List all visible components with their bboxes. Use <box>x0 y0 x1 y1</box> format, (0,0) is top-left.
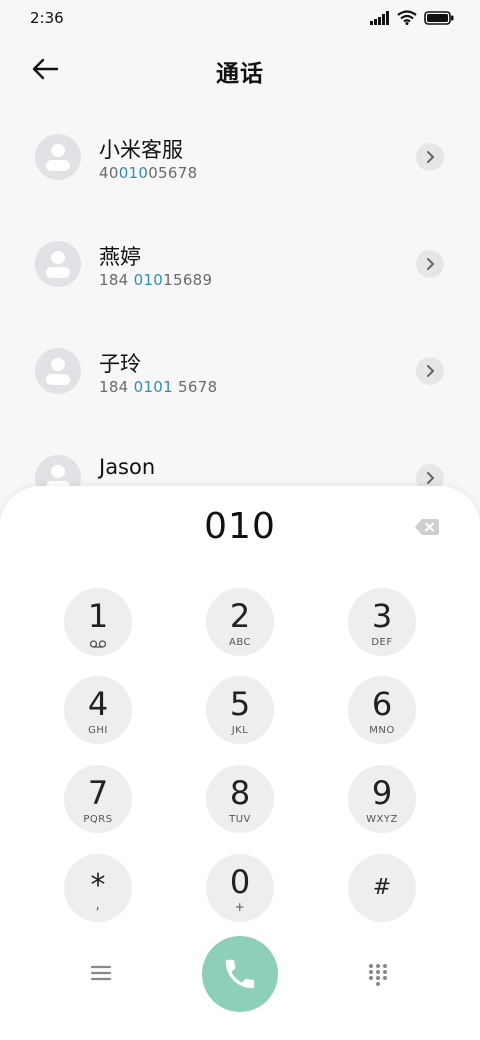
key-5[interactable]: 5 JKL <box>206 676 274 744</box>
header: 通话 <box>0 40 480 100</box>
key-4[interactable]: 4 GHI <box>64 676 132 744</box>
avatar <box>35 348 81 394</box>
contact-name: 燕婷 <box>99 245 141 269</box>
chevron-right-icon <box>427 472 435 484</box>
contact-detail-button[interactable] <box>416 250 444 278</box>
status-icons <box>370 10 454 25</box>
phone-icon <box>225 959 255 989</box>
backspace-button[interactable] <box>414 517 440 537</box>
key-0[interactable]: 0 + <box>206 854 274 922</box>
key-2[interactable]: 2 ABC <box>206 588 274 656</box>
dialpad-sheet: 010 1 2 ABC 3 DEF 4 GHI 5 JKL 6 MNO 7 PQ… <box>0 486 480 1040</box>
avatar <box>35 134 81 180</box>
list-item[interactable]: 子玲 184 0101 5678 <box>0 318 480 425</box>
voicemail-icon <box>90 640 106 648</box>
bottom-bar <box>0 934 480 1014</box>
key-7[interactable]: 7 PQRS <box>64 765 132 833</box>
key-hash[interactable]: # <box>348 854 416 922</box>
status-bar: 2:36 <box>0 0 480 40</box>
menu-button[interactable] <box>90 964 114 986</box>
key-8[interactable]: 8 TUV <box>206 765 274 833</box>
key-star[interactable]: * , <box>64 854 132 922</box>
key-6[interactable]: 6 MNO <box>348 676 416 744</box>
contact-name: 子玲 <box>99 352 141 376</box>
contact-name: Jason <box>99 455 156 479</box>
contact-number: 184 0101 5678 <box>99 378 218 396</box>
avatar <box>35 241 81 287</box>
key-9[interactable]: 9 WXYZ <box>348 765 416 833</box>
contact-number: 184 01015689 <box>99 271 213 289</box>
contact-name: 小米客服 <box>99 138 183 162</box>
list-item[interactable]: 燕婷 184 01015689 <box>0 211 480 318</box>
signal-icon <box>370 10 389 25</box>
status-time: 2:36 <box>30 9 64 27</box>
menu-icon <box>90 965 112 981</box>
call-button[interactable] <box>202 936 278 1012</box>
key-1[interactable]: 1 <box>64 588 132 656</box>
chevron-right-icon <box>427 258 435 270</box>
page-title: 通话 <box>216 61 264 87</box>
contact-detail-button[interactable] <box>416 357 444 385</box>
dialed-number: 010 <box>204 506 276 547</box>
dialpad-toggle-button[interactable] <box>366 962 390 986</box>
chevron-right-icon <box>427 365 435 377</box>
battery-icon <box>424 10 454 25</box>
list-item[interactable]: 小米客服 4001005678 <box>0 104 480 211</box>
dialpad-icon <box>369 964 387 986</box>
contact-list: 小米客服 4001005678 燕婷 184 01015689 子玲 184 0… <box>0 104 480 532</box>
wifi-icon <box>397 10 417 25</box>
chevron-right-icon <box>427 151 435 163</box>
contact-number: 4001005678 <box>99 164 198 182</box>
key-3[interactable]: 3 DEF <box>348 588 416 656</box>
backspace-icon <box>415 519 439 535</box>
contact-detail-button[interactable] <box>416 143 444 171</box>
